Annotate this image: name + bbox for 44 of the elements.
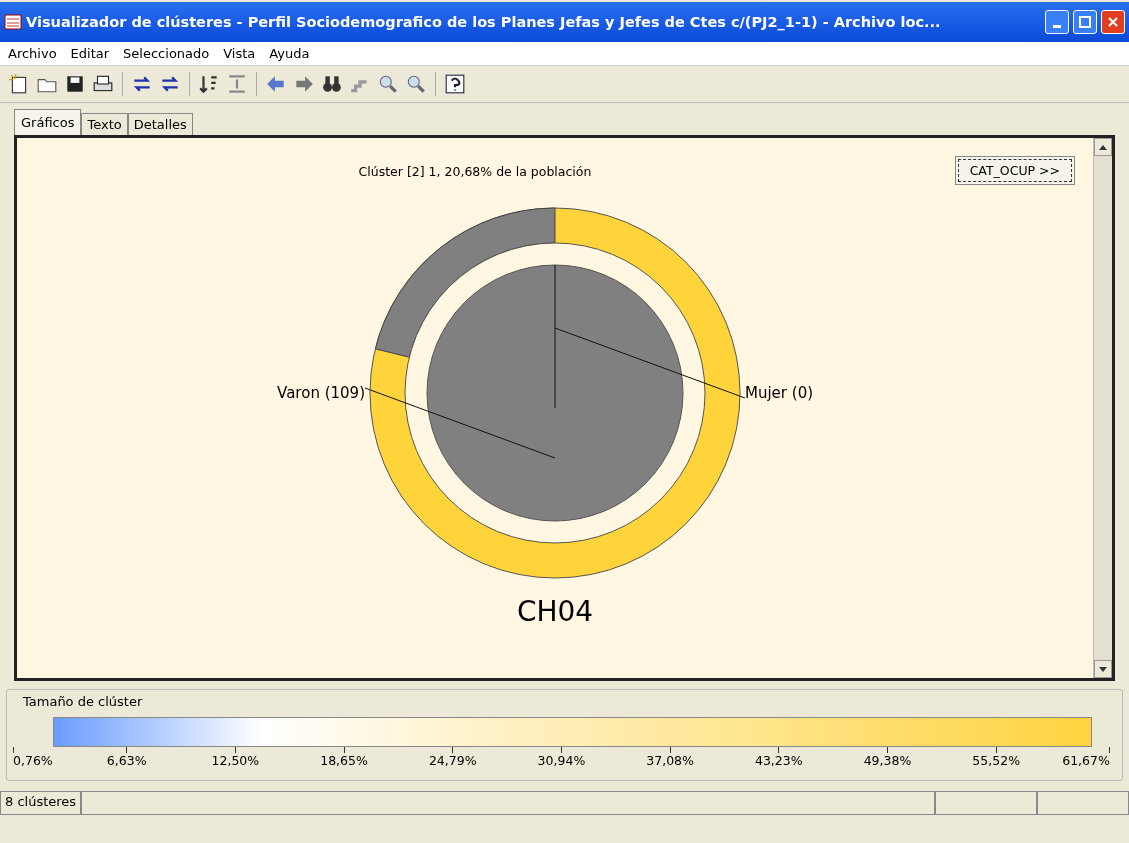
scrollbar[interactable] <box>1093 138 1112 678</box>
zoom-in-icon[interactable] <box>377 73 399 95</box>
down-arrow-icon <box>1099 666 1107 672</box>
menu-item[interactable]: Ayuda <box>269 46 310 61</box>
sort-icon[interactable] <box>198 73 220 95</box>
scale-tick-label: 6,63% <box>106 753 147 768</box>
variable-name: CH04 <box>516 595 594 628</box>
chart-title: Clúster [2] 1, 20,68% de la población <box>358 164 592 179</box>
up-arrow-icon <box>1099 144 1107 150</box>
save-icon[interactable] <box>64 73 86 95</box>
menu-item[interactable]: Editar <box>70 46 110 61</box>
minimize-button[interactable] <box>1045 10 1069 34</box>
scale-tick-label: 61,67% <box>1062 753 1110 768</box>
scale-tick-label: 37,08% <box>646 753 694 768</box>
scale-tick-label: 18,65% <box>320 753 368 768</box>
menu-item[interactable]: Archivo <box>8 46 57 61</box>
scale-tick-label: 0,76% <box>13 753 53 768</box>
scale-tick-label: 43,23% <box>754 753 803 768</box>
scale-tick-label: 24,79% <box>428 753 477 768</box>
slice-label: Varon (109) <box>276 384 365 402</box>
app-icon <box>4 13 22 31</box>
scale-tick-label: 12,50% <box>211 753 260 768</box>
legend-title: Tamaño de clúster <box>23 694 143 709</box>
zoom-out-icon[interactable] <box>405 73 427 95</box>
next-variable-button[interactable]: CAT_OCUP >> <box>954 156 1075 185</box>
menu-item[interactable]: Vista <box>223 46 256 61</box>
maximize-icon <box>1079 16 1091 28</box>
maximize-button[interactable] <box>1073 10 1097 34</box>
binoculars-icon[interactable] <box>321 73 343 95</box>
scale-tick-label: 55,52% <box>972 753 1020 768</box>
scale-tick-label: 30,94% <box>537 753 586 768</box>
help-icon[interactable] <box>444 73 466 95</box>
scale-tick-label: 49,38% <box>863 753 912 768</box>
tab[interactable]: Gráficos <box>14 109 82 135</box>
tab[interactable]: Texto <box>81 113 128 135</box>
close-button[interactable] <box>1101 10 1125 34</box>
menu-item[interactable]: Seleccionado <box>123 46 210 61</box>
minimize-icon <box>1053 24 1061 28</box>
window-title: Visualizador de clústeres - Perfil Sociodemografico de los Planes Jefas y Jefes de Ctes c/(PJ2_1-1) - Archivo loc... <box>26 14 942 30</box>
align-icon[interactable] <box>226 73 248 95</box>
close-icon <box>1107 16 1119 28</box>
slice-label: Mujer (0) <box>745 384 815 402</box>
tab[interactable]: Detalles <box>127 113 193 135</box>
status-text: 8 clústeres <box>0 791 82 815</box>
